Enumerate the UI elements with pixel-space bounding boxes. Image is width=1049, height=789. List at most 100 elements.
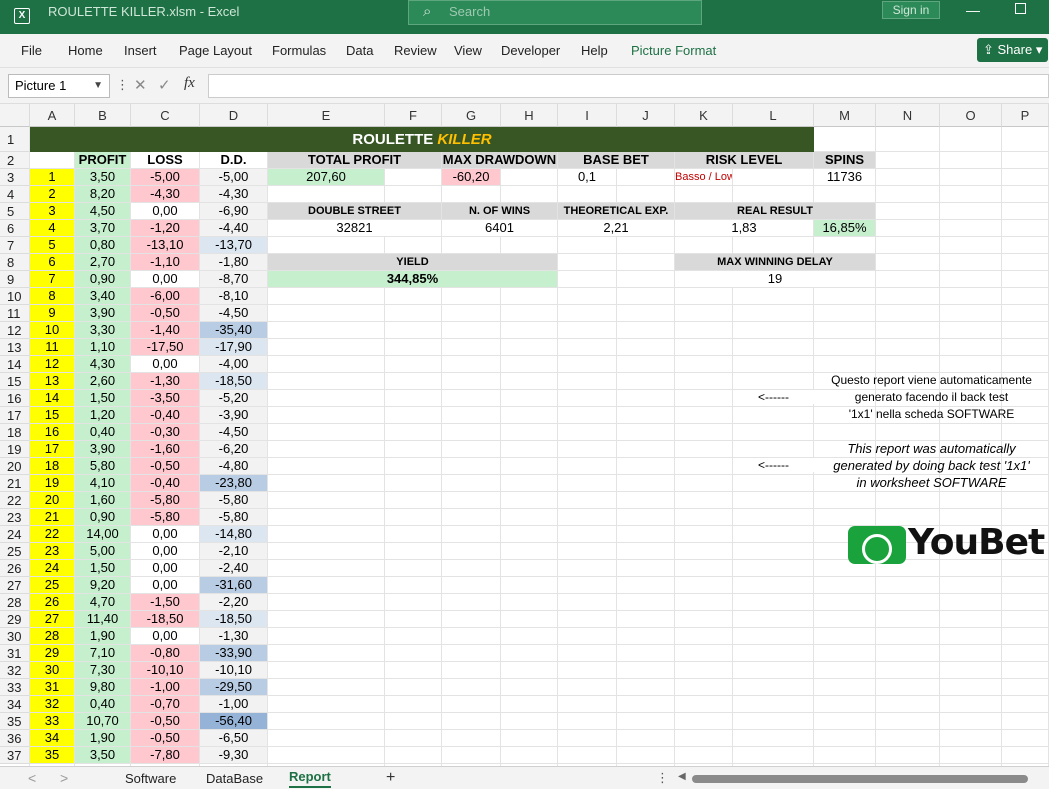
profit-cell[interactable]: 9,80 <box>75 679 130 695</box>
column-header[interactable]: G <box>442 104 501 127</box>
profit-cell[interactable]: 5,00 <box>75 543 130 559</box>
spin-index-cell[interactable]: 5 <box>30 237 74 253</box>
spin-index-cell[interactable]: 18 <box>30 458 74 474</box>
row-header[interactable]: 29 <box>0 611 30 628</box>
loss-cell[interactable]: -0,40 <box>131 475 199 491</box>
risk-level-value[interactable]: Basso / Low <box>675 169 732 185</box>
profit-cell[interactable]: 4,50 <box>75 203 130 219</box>
row-header[interactable]: 8 <box>0 254 30 271</box>
row-header[interactable]: 36 <box>0 730 30 747</box>
spins-label[interactable]: SPINS <box>814 152 875 168</box>
profit-cell[interactable]: 11,40 <box>75 611 130 627</box>
profit-cell[interactable]: 1,90 <box>75 730 130 746</box>
profit-cell[interactable]: 2,70 <box>75 254 130 270</box>
drawdown-cell[interactable]: -1,00 <box>200 696 267 712</box>
youbet-logo[interactable]: YouBet <box>846 522 1045 567</box>
loss-cell[interactable]: -0,40 <box>131 407 199 423</box>
loss-cell[interactable]: -1,50 <box>131 594 199 610</box>
loss-cell[interactable]: -5,80 <box>131 509 199 525</box>
spin-index-cell[interactable]: 29 <box>30 645 74 661</box>
real-result-percent[interactable]: 16,85% <box>814 220 875 236</box>
drawdown-cell[interactable]: -1,80 <box>200 254 267 270</box>
row-header[interactable]: 30 <box>0 628 30 645</box>
drawdown-cell[interactable]: -6,50 <box>200 730 267 746</box>
profit-cell[interactable]: 3,90 <box>75 441 130 457</box>
row-header[interactable]: 19 <box>0 441 30 458</box>
loss-cell[interactable]: -17,50 <box>131 339 199 355</box>
row-header[interactable]: 32 <box>0 662 30 679</box>
profit-cell[interactable]: 10,70 <box>75 713 130 729</box>
theoretical-label[interactable]: THEORETICAL EXP. <box>558 203 674 219</box>
column-header[interactable]: A <box>30 104 75 127</box>
drawdown-cell[interactable]: -35,40 <box>200 322 267 338</box>
drawdown-cell[interactable]: -18,50 <box>200 373 267 389</box>
column-header[interactable]: L <box>733 104 814 127</box>
drawdown-cell[interactable]: -10,10 <box>200 662 267 678</box>
spin-index-cell[interactable]: 15 <box>30 407 74 423</box>
row-header[interactable]: 28 <box>0 594 30 611</box>
row-header[interactable]: 34 <box>0 696 30 713</box>
drawdown-cell[interactable]: -4,50 <box>200 305 267 321</box>
profit-cell[interactable]: 3,50 <box>75 169 130 185</box>
drawdown-cell[interactable]: -4,80 <box>200 458 267 474</box>
real-result-value[interactable]: 1,83 <box>675 220 813 236</box>
row-header[interactable]: 26 <box>0 560 30 577</box>
spin-index-cell[interactable]: 26 <box>30 594 74 610</box>
drawdown-cell[interactable]: -8,70 <box>200 271 267 287</box>
row-header[interactable]: 4 <box>0 186 30 203</box>
tab-view[interactable]: View <box>454 43 482 58</box>
drawdown-cell[interactable]: -56,40 <box>200 713 267 729</box>
yield-value[interactable]: 344,85% <box>268 271 557 287</box>
spin-index-cell[interactable]: 35 <box>30 747 74 763</box>
row-header[interactable]: 2 <box>0 152 30 169</box>
spin-index-cell[interactable]: 16 <box>30 424 74 440</box>
drawdown-cell[interactable]: -5,20 <box>200 390 267 406</box>
search-box[interactable]: ⌕ Search <box>408 0 702 25</box>
wins-label[interactable]: N. OF WINS <box>442 203 557 219</box>
spin-index-cell[interactable]: 1 <box>30 169 74 185</box>
drawdown-cell[interactable]: -1,30 <box>200 628 267 644</box>
spin-index-cell[interactable]: 4 <box>30 220 74 236</box>
drawdown-cell[interactable]: -3,90 <box>200 407 267 423</box>
row-header[interactable]: 10 <box>0 288 30 305</box>
profit-cell[interactable]: 8,20 <box>75 186 130 202</box>
spin-index-cell[interactable]: 22 <box>30 526 74 542</box>
total-profit-value[interactable]: 207,60 <box>268 169 384 185</box>
prev-sheet-icon[interactable]: < <box>28 770 36 786</box>
loss-cell[interactable]: 0,00 <box>131 356 199 372</box>
worksheet-grid[interactable]: ABCDEFGHIJKLMNOPQ12345678910111213141516… <box>0 104 1049 766</box>
more-options-icon[interactable]: ⋮ <box>656 770 669 786</box>
tab-home[interactable]: Home <box>68 43 103 58</box>
tab-page-layout[interactable]: Page Layout <box>179 43 252 58</box>
profit-cell[interactable]: 3,30 <box>75 322 130 338</box>
row-header[interactable]: 1 <box>0 127 30 152</box>
column-header[interactable]: O <box>940 104 1002 127</box>
spin-index-cell[interactable]: 6 <box>30 254 74 270</box>
loss-cell[interactable]: -0,50 <box>131 730 199 746</box>
base-bet-value[interactable]: 0,1 <box>558 169 616 185</box>
row-header[interactable]: 9 <box>0 271 30 288</box>
total-profit-label[interactable]: TOTAL PROFIT <box>268 152 441 168</box>
row-header[interactable]: 16 <box>0 390 30 407</box>
double-street-value[interactable]: 32821 <box>268 220 441 236</box>
max-delay-value[interactable]: 19 <box>675 271 875 287</box>
drawdown-cell[interactable]: -2,20 <box>200 594 267 610</box>
dd-header[interactable]: D.D. <box>200 152 267 168</box>
profit-cell[interactable]: 0,40 <box>75 424 130 440</box>
row-header[interactable]: 11 <box>0 305 30 322</box>
loss-cell[interactable]: -0,50 <box>131 305 199 321</box>
profit-cell[interactable]: 4,30 <box>75 356 130 372</box>
scroll-left-icon[interactable]: ◀ <box>678 771 686 782</box>
profit-cell[interactable]: 1,20 <box>75 407 130 423</box>
drawdown-cell[interactable]: -23,80 <box>200 475 267 491</box>
profit-cell[interactable]: 3,40 <box>75 288 130 304</box>
wins-value[interactable]: 6401 <box>442 220 557 236</box>
spin-index-cell[interactable]: 21 <box>30 509 74 525</box>
row-header[interactable]: 27 <box>0 577 30 594</box>
drawdown-cell[interactable]: -5,00 <box>200 169 267 185</box>
tab-picture-format[interactable]: Picture Format <box>631 43 716 58</box>
sheet-tab-report[interactable]: Report <box>289 769 331 788</box>
profit-cell[interactable]: 0,90 <box>75 509 130 525</box>
row-header[interactable]: 33 <box>0 679 30 696</box>
horizontal-scrollbar[interactable] <box>692 775 1028 783</box>
